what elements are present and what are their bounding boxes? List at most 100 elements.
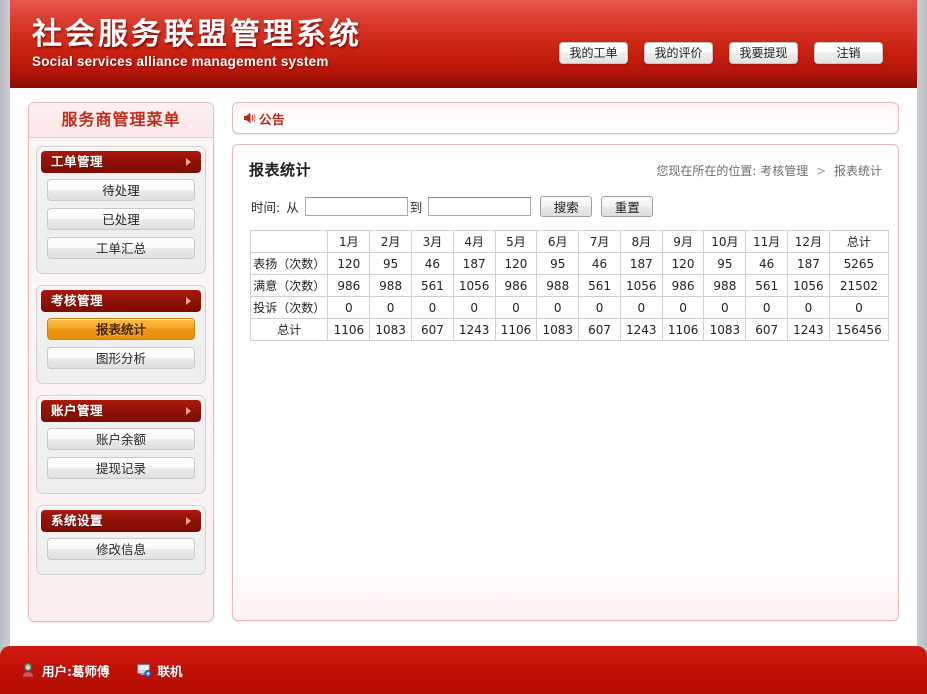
cell: 0 bbox=[537, 297, 579, 319]
table-row: 表扬（次数） 120 95 46 187 120 95 46 187 120 9 bbox=[251, 253, 889, 275]
cell: 988 bbox=[370, 275, 412, 297]
breadcrumb-parent[interactable]: 考核管理 bbox=[760, 164, 808, 178]
report-panel: 报表统计 您现在所在的位置: 考核管理 > 报表统计 时间: 从 到 bbox=[232, 144, 899, 621]
cell: 0 bbox=[662, 297, 704, 319]
sidebar-item-processed[interactable]: 已处理 bbox=[47, 208, 195, 230]
sidebar-item-pending[interactable]: 待处理 bbox=[47, 179, 195, 201]
cell: 120 bbox=[495, 253, 537, 275]
cell: 1083 bbox=[704, 319, 746, 341]
cell: 1243 bbox=[453, 319, 495, 341]
menu-group-work-orders: 工单管理 待处理 已处理 工单汇总 bbox=[36, 146, 206, 274]
cell: 561 bbox=[579, 275, 621, 297]
main-content: 公告 报表统计 您现在所在的位置: 考核管理 > 报表统计 时间: bbox=[232, 102, 899, 621]
date-from-input[interactable] bbox=[305, 197, 408, 216]
sidebar-item-account-balance[interactable]: 账户余额 bbox=[47, 428, 195, 450]
sidebar-item-edit-info[interactable]: 修改信息 bbox=[47, 538, 195, 560]
cell: 561 bbox=[746, 275, 788, 297]
chevron-right-icon bbox=[186, 517, 191, 525]
chevron-right-icon bbox=[186, 297, 191, 305]
sidebar-item-order-summary[interactable]: 工单汇总 bbox=[47, 237, 195, 259]
status-connection: 联机 bbox=[136, 661, 183, 680]
cell: 1106 bbox=[662, 319, 704, 341]
table-col-jan: 1月 bbox=[328, 231, 370, 253]
cell: 0 bbox=[620, 297, 662, 319]
menu-group-assessment: 考核管理 报表统计 图形分析 bbox=[36, 285, 206, 384]
cell: 1056 bbox=[620, 275, 662, 297]
row-label-satisfied: 满意（次数） bbox=[251, 275, 328, 297]
cell: 0 bbox=[704, 297, 746, 319]
nav-button-my-orders[interactable]: 我的工单 bbox=[559, 42, 628, 64]
menu-group-system-settings: 系统设置 修改信息 bbox=[36, 505, 206, 575]
cell: 46 bbox=[412, 253, 454, 275]
table-row: 满意（次数） 986 988 561 1056 986 988 561 1056… bbox=[251, 275, 889, 297]
nav-button-my-reviews[interactable]: 我的评价 bbox=[644, 42, 713, 64]
cell: 187 bbox=[453, 253, 495, 275]
cell: 0 bbox=[453, 297, 495, 319]
cell: 95 bbox=[704, 253, 746, 275]
cell: 5265 bbox=[829, 253, 888, 275]
cell: 1106 bbox=[328, 319, 370, 341]
table-col-nov: 11月 bbox=[746, 231, 788, 253]
row-label-praise: 表扬（次数） bbox=[251, 253, 328, 275]
body-area: 服务商管理菜单 工单管理 待处理 已处理 工单汇总 bbox=[10, 88, 917, 646]
table-row: 总计 1106 1083 607 1243 1106 1083 607 1243… bbox=[251, 319, 889, 341]
table-col-apr: 4月 bbox=[453, 231, 495, 253]
menu-group-header-system-settings[interactable]: 系统设置 bbox=[41, 510, 201, 532]
status-connection-text: 联机 bbox=[158, 661, 183, 680]
announcement-label: 公告 bbox=[259, 109, 285, 128]
table-header-row: 1月 2月 3月 4月 5月 6月 7月 8月 9月 10月 11月 bbox=[251, 231, 889, 253]
sidebar-item-withdraw-records[interactable]: 提现记录 bbox=[47, 457, 195, 479]
cell: 95 bbox=[370, 253, 412, 275]
cell: 561 bbox=[412, 275, 454, 297]
page-title: 报表统计 bbox=[249, 159, 311, 180]
chevron-right-icon bbox=[186, 407, 191, 415]
chevron-right-icon bbox=[186, 158, 191, 166]
cell: 0 bbox=[579, 297, 621, 319]
announcement-bar[interactable]: 公告 bbox=[232, 102, 899, 134]
cell: 988 bbox=[537, 275, 579, 297]
table-col-dec: 12月 bbox=[788, 231, 830, 253]
cell: 0 bbox=[412, 297, 454, 319]
filter-bar: 时间: 从 到 搜索 重置 bbox=[249, 196, 882, 217]
page-edge-right bbox=[917, 0, 927, 694]
cell: 986 bbox=[495, 275, 537, 297]
menu-group-label: 工单管理 bbox=[51, 154, 103, 169]
menu-group-label: 账户管理 bbox=[51, 403, 103, 418]
cell: 1083 bbox=[537, 319, 579, 341]
menu-group-label: 考核管理 bbox=[51, 293, 103, 308]
sidebar-item-chart-analysis[interactable]: 图形分析 bbox=[47, 347, 195, 369]
sidebar-item-report-stats[interactable]: 报表统计 bbox=[47, 318, 195, 340]
status-user: 用户:葛师傅 bbox=[20, 661, 110, 680]
page-edge-left bbox=[0, 0, 10, 694]
cell: 120 bbox=[328, 253, 370, 275]
menu-items: 修改信息 bbox=[41, 532, 201, 570]
cell: 95 bbox=[537, 253, 579, 275]
cell: 0 bbox=[370, 297, 412, 319]
nav-button-logout[interactable]: 注销 bbox=[814, 42, 883, 64]
cell: 986 bbox=[662, 275, 704, 297]
monitor-icon bbox=[136, 662, 152, 678]
time-label: 时间: bbox=[251, 197, 280, 216]
cell: 1243 bbox=[788, 319, 830, 341]
date-to-input[interactable] bbox=[428, 197, 531, 216]
cell: 607 bbox=[412, 319, 454, 341]
cell: 0 bbox=[495, 297, 537, 319]
brand: 社会服务联盟管理系统 Social services alliance mana… bbox=[32, 18, 362, 69]
table-col-jul: 7月 bbox=[579, 231, 621, 253]
reset-button[interactable]: 重置 bbox=[601, 196, 653, 217]
cell: 1056 bbox=[788, 275, 830, 297]
nav-button-withdraw[interactable]: 我要提现 bbox=[729, 42, 798, 64]
cell: 156456 bbox=[829, 319, 888, 341]
site-header: 社会服务联盟管理系统 Social services alliance mana… bbox=[10, 0, 917, 88]
menu-group-header-assessment[interactable]: 考核管理 bbox=[41, 290, 201, 312]
cell: 988 bbox=[704, 275, 746, 297]
search-button[interactable]: 搜索 bbox=[540, 196, 592, 217]
menu-group-header-account[interactable]: 账户管理 bbox=[41, 400, 201, 422]
menu-group-header-work-orders[interactable]: 工单管理 bbox=[41, 151, 201, 173]
cell: 0 bbox=[829, 297, 888, 319]
cell: 1056 bbox=[453, 275, 495, 297]
breadcrumb-separator: > bbox=[816, 164, 826, 178]
row-label-complaint: 投诉（次数） bbox=[251, 297, 328, 319]
breadcrumb-current: 报表统计 bbox=[834, 164, 882, 178]
sidebar: 服务商管理菜单 工单管理 待处理 已处理 工单汇总 bbox=[28, 102, 214, 622]
